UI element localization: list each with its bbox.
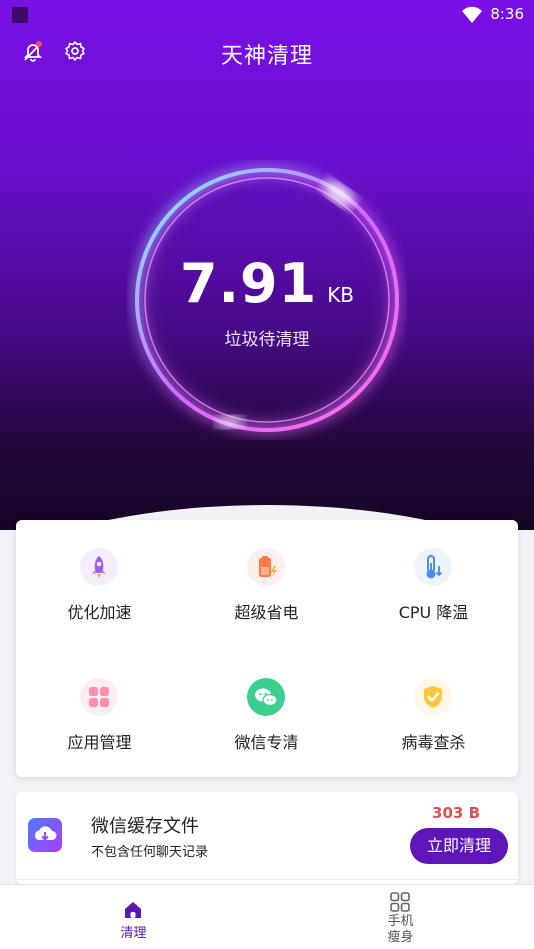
tool-label: 病毒查杀 [401, 733, 466, 752]
top-bar: 天神清理 [0, 34, 534, 70]
tool-virus-scan[interactable]: 病毒查杀 [350, 650, 517, 760]
app-title: 天神清理 [220, 44, 313, 69]
tool-label: 微信专清 [234, 733, 299, 752]
hero-banner: 8:36 天神清理 7.91 KB 垃圾待清理 [0, 0, 534, 530]
tool-app-manage[interactable]: 应用管理 [16, 650, 183, 760]
clean-now-button[interactable]: 立即清理 [410, 828, 508, 864]
tool-battery[interactable]: 超级省电 [183, 520, 350, 630]
tool-wechat-clean[interactable]: 微信专清 [183, 650, 350, 760]
cloud-download-icon [28, 818, 62, 852]
junk-size-value: 7.91 [179, 252, 318, 315]
rocket-icon [80, 548, 118, 586]
tool-cpu-cool[interactable]: CPU 降温 [350, 520, 517, 630]
junk-size-unit: KB [327, 283, 355, 307]
tool-boost[interactable]: 优化加速 [16, 520, 183, 630]
tab-phone-slim[interactable]: 手机 瘦身 [267, 885, 534, 949]
wechat-cache-size: 303 B [432, 804, 480, 822]
battery-icon [247, 548, 285, 586]
wechat-cache-title: 微信缓存文件 [91, 816, 199, 837]
shield-check-icon [414, 678, 452, 716]
junk-ring[interactable]: 7.91 KB 垃圾待清理 [127, 160, 407, 440]
tool-label: CPU 降温 [398, 603, 469, 622]
home-icon [125, 902, 141, 918]
thermometer-icon [414, 548, 452, 586]
bottom-tab-bar: 清理 手机 瘦身 [0, 884, 534, 949]
apps-grid-icon [390, 892, 410, 912]
wechat-cache-subtitle: 不包含任何聊天记录 [91, 845, 209, 860]
tool-label: 优化加速 [67, 603, 132, 622]
status-time: 8:36 [490, 5, 524, 23]
wifi-icon [462, 6, 482, 23]
wechat-icon [247, 678, 285, 716]
junk-label: 垃圾待清理 [224, 330, 310, 350]
apps-grid-icon [80, 678, 118, 716]
tool-label: 应用管理 [67, 733, 132, 752]
tab-clean[interactable]: 清理 [0, 885, 267, 949]
wechat-cache-card[interactable]: 微信缓存文件 不包含任何聊天记录 303 B 立即清理 [16, 792, 518, 884]
tab-label: 手机 瘦身 [387, 914, 414, 945]
tools-card: 优化加速 超级省电 CPU 降温 应用管理 微信专清 病毒查杀 [16, 520, 518, 777]
status-bar: 8:36 [0, 0, 534, 30]
tab-label: 清理 [120, 926, 147, 941]
tool-label: 超级省电 [234, 603, 299, 622]
notification-icon [12, 7, 28, 23]
